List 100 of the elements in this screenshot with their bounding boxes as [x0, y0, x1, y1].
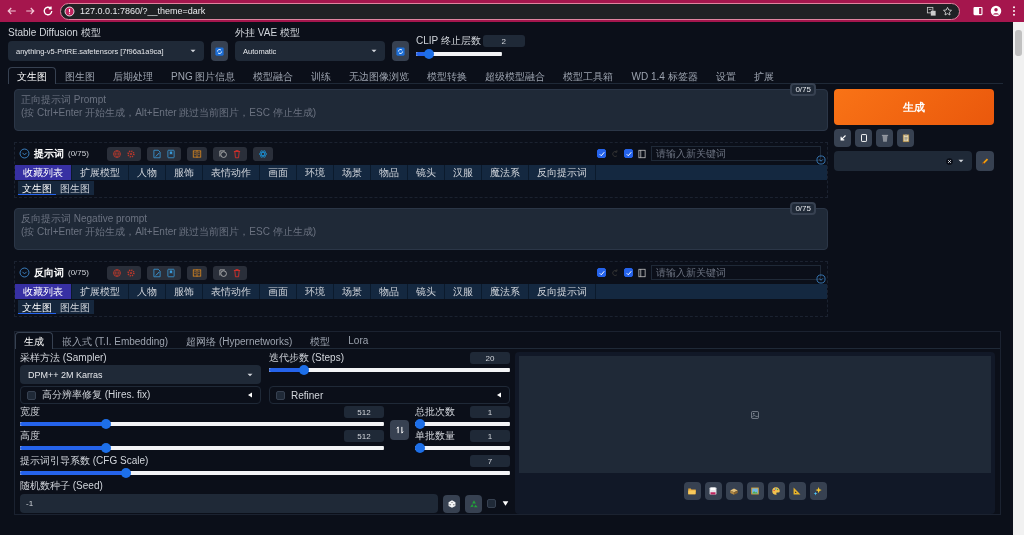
number-field[interactable]: 2 [482, 35, 525, 47]
collapse-icon[interactable] [19, 148, 30, 159]
checkbox[interactable] [624, 268, 633, 277]
tab[interactable]: PNG 图片信息 [162, 67, 245, 83]
category-tab[interactable]: 汉服 [445, 165, 482, 180]
category-tab[interactable]: 环境 [297, 165, 334, 180]
tab[interactable]: 模型融合 [244, 67, 303, 83]
category-tab[interactable]: 反向提示词 [529, 284, 596, 299]
forward-icon[interactable] [24, 5, 36, 17]
slider-thumb[interactable] [415, 419, 425, 429]
tab[interactable]: 超级模型融合 [476, 67, 555, 83]
mode-tab[interactable]: 文生图 [18, 300, 56, 314]
tab[interactable]: 无边图像浏览 [340, 67, 419, 83]
tab[interactable]: 设置 [706, 67, 745, 83]
mode-tab[interactable]: 图生图 [56, 181, 94, 195]
info-icon[interactable] [64, 5, 75, 17]
collapse-icon[interactable] [19, 267, 30, 278]
bookmark-icon[interactable] [165, 267, 176, 278]
tab[interactable]: 生成 [15, 332, 53, 349]
category-tab[interactable]: 服饰 [166, 284, 203, 299]
gallery-button[interactable] [704, 482, 722, 500]
slider-thumb[interactable] [120, 468, 131, 478]
number-field[interactable]: 1 [470, 430, 510, 442]
tab[interactable]: 嵌入式 (T.I. Embedding) [53, 332, 178, 348]
address-bar[interactable]: 127.0.0.1:7860/?__theme=dark [60, 2, 960, 20]
slider-thumb[interactable] [101, 419, 112, 429]
tool-button[interactable] [855, 129, 872, 147]
note-icon[interactable] [151, 267, 162, 278]
mode-tab[interactable]: 图生图 [56, 300, 94, 314]
slider[interactable] [415, 443, 510, 453]
tab[interactable]: 后期处理 [104, 67, 162, 83]
tab[interactable]: Lora [339, 332, 378, 348]
number-field[interactable]: 512 [344, 406, 384, 418]
refresh-button[interactable] [211, 41, 228, 61]
category-tab[interactable]: 物品 [371, 284, 408, 299]
copy-icon[interactable] [217, 148, 228, 159]
category-tab[interactable]: 人物 [129, 165, 166, 180]
category-tab[interactable]: 表情动作 [203, 165, 260, 180]
tab[interactable]: 扩展 [744, 67, 783, 83]
sidebar-icon[interactable] [972, 5, 984, 17]
checkbox[interactable] [597, 268, 606, 277]
tool-button[interactable] [834, 129, 851, 147]
clear-icon[interactable] [945, 156, 954, 166]
reuse-seed-button[interactable] [465, 494, 482, 513]
checkbox[interactable] [624, 149, 633, 158]
accordion[interactable]: 高分辨率修复 (Hires. fix) [20, 386, 261, 404]
tab[interactable]: 文生图 [8, 67, 56, 84]
keyword-field[interactable]: 请输入新关键词 [651, 265, 821, 280]
category-tab[interactable]: 收藏列表 [15, 165, 72, 180]
trash-icon[interactable] [231, 148, 242, 159]
profile-icon[interactable] [990, 5, 1002, 17]
number-field[interactable]: 20 [470, 352, 510, 364]
translate-icon[interactable] [926, 5, 937, 17]
slider-thumb[interactable] [415, 443, 425, 453]
category-tab[interactable]: 扩展模型 [72, 165, 129, 180]
gallery-button[interactable] [767, 482, 785, 500]
expand-icon[interactable] [816, 274, 826, 284]
swap-button[interactable] [390, 419, 409, 440]
panel-icon[interactable] [637, 148, 647, 159]
category-tab[interactable]: 镜头 [408, 165, 445, 180]
slider-thumb[interactable] [299, 365, 309, 375]
reload-icon[interactable] [42, 5, 54, 17]
slider[interactable] [415, 419, 510, 429]
note-icon[interactable] [151, 148, 162, 159]
split-icon[interactable] [191, 267, 202, 278]
tab[interactable]: 模型转换 [418, 67, 477, 83]
refresh-button[interactable] [392, 41, 409, 61]
copy-icon[interactable] [217, 267, 228, 278]
back-icon[interactable] [6, 5, 18, 17]
tab[interactable]: 超网络 (Hypernetworks) [177, 332, 302, 348]
accordion[interactable]: Refiner [269, 386, 510, 404]
star-icon[interactable] [942, 5, 953, 17]
checkbox[interactable] [487, 499, 496, 508]
split-icon[interactable] [191, 148, 202, 159]
category-tab[interactable]: 画面 [260, 165, 297, 180]
caret-icon[interactable] [501, 499, 510, 508]
checkbox[interactable] [276, 390, 285, 400]
category-tab[interactable]: 魔法系 [482, 284, 529, 299]
dropdown[interactable]: DPM++ 2M Karras [20, 365, 261, 384]
gallery-button[interactable] [809, 482, 827, 500]
number-field[interactable]: 512 [344, 430, 384, 442]
category-tab[interactable]: 场景 [334, 165, 371, 180]
gallery-button[interactable] [683, 482, 701, 500]
category-tab[interactable]: 镜头 [408, 284, 445, 299]
panel-icon[interactable] [637, 267, 647, 278]
tab[interactable]: 训练 [302, 67, 341, 83]
bookmark-icon[interactable] [165, 148, 176, 159]
category-tab[interactable]: 画面 [260, 284, 297, 299]
category-tab[interactable]: 收藏列表 [15, 284, 72, 299]
category-tab[interactable]: 环境 [297, 284, 334, 299]
expand-icon[interactable] [816, 155, 826, 165]
mode-tab[interactable]: 文生图 [18, 181, 56, 195]
scrollbar[interactable] [1013, 22, 1024, 535]
category-tab[interactable]: 表情动作 [203, 284, 260, 299]
tab[interactable]: 图生图 [56, 67, 104, 83]
seed-field[interactable]: -1 [20, 494, 438, 513]
keyword-field[interactable]: 请输入新关键词 [651, 146, 821, 161]
checkbox[interactable] [27, 390, 36, 400]
tab[interactable]: WD 1.4 标签器 [622, 67, 707, 83]
category-tab[interactable]: 反向提示词 [529, 165, 596, 180]
